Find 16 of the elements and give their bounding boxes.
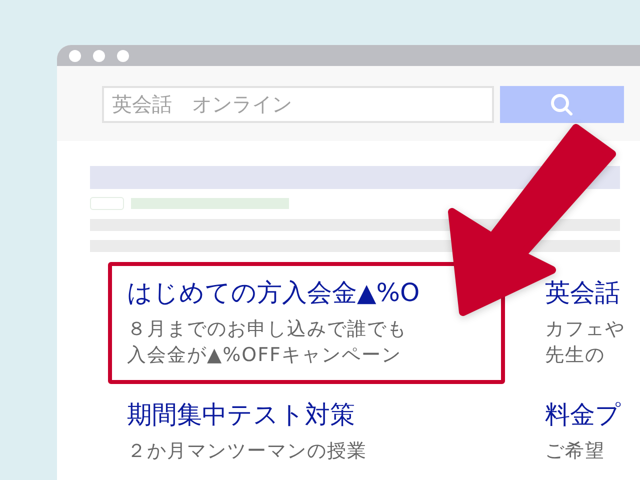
result-description: ８月までのお申し込みで誰でも bbox=[127, 317, 408, 342]
placeholder-box bbox=[90, 197, 124, 210]
result-description: カフェや bbox=[545, 317, 626, 342]
result-description: ご希望 bbox=[545, 439, 606, 464]
result-description: ２か月マンツーマンの授業 bbox=[127, 439, 368, 464]
result-title-link[interactable]: 英会話 bbox=[545, 278, 620, 308]
window-control-icon[interactable] bbox=[117, 50, 129, 62]
result-title-link[interactable]: 料金プ bbox=[545, 400, 621, 430]
window-control-icon[interactable] bbox=[69, 50, 81, 62]
result-title-link[interactable]: はじめての方入会金▲%O bbox=[127, 278, 420, 308]
result-title-link[interactable]: 期間集中テスト対策 bbox=[127, 400, 355, 430]
window-control-icon[interactable] bbox=[93, 50, 105, 62]
result-description: 入会金が▲%OFFキャンペーン bbox=[127, 343, 402, 368]
result-description: 先生の bbox=[545, 343, 606, 368]
search-button[interactable] bbox=[500, 86, 624, 124]
search-icon bbox=[549, 92, 575, 118]
